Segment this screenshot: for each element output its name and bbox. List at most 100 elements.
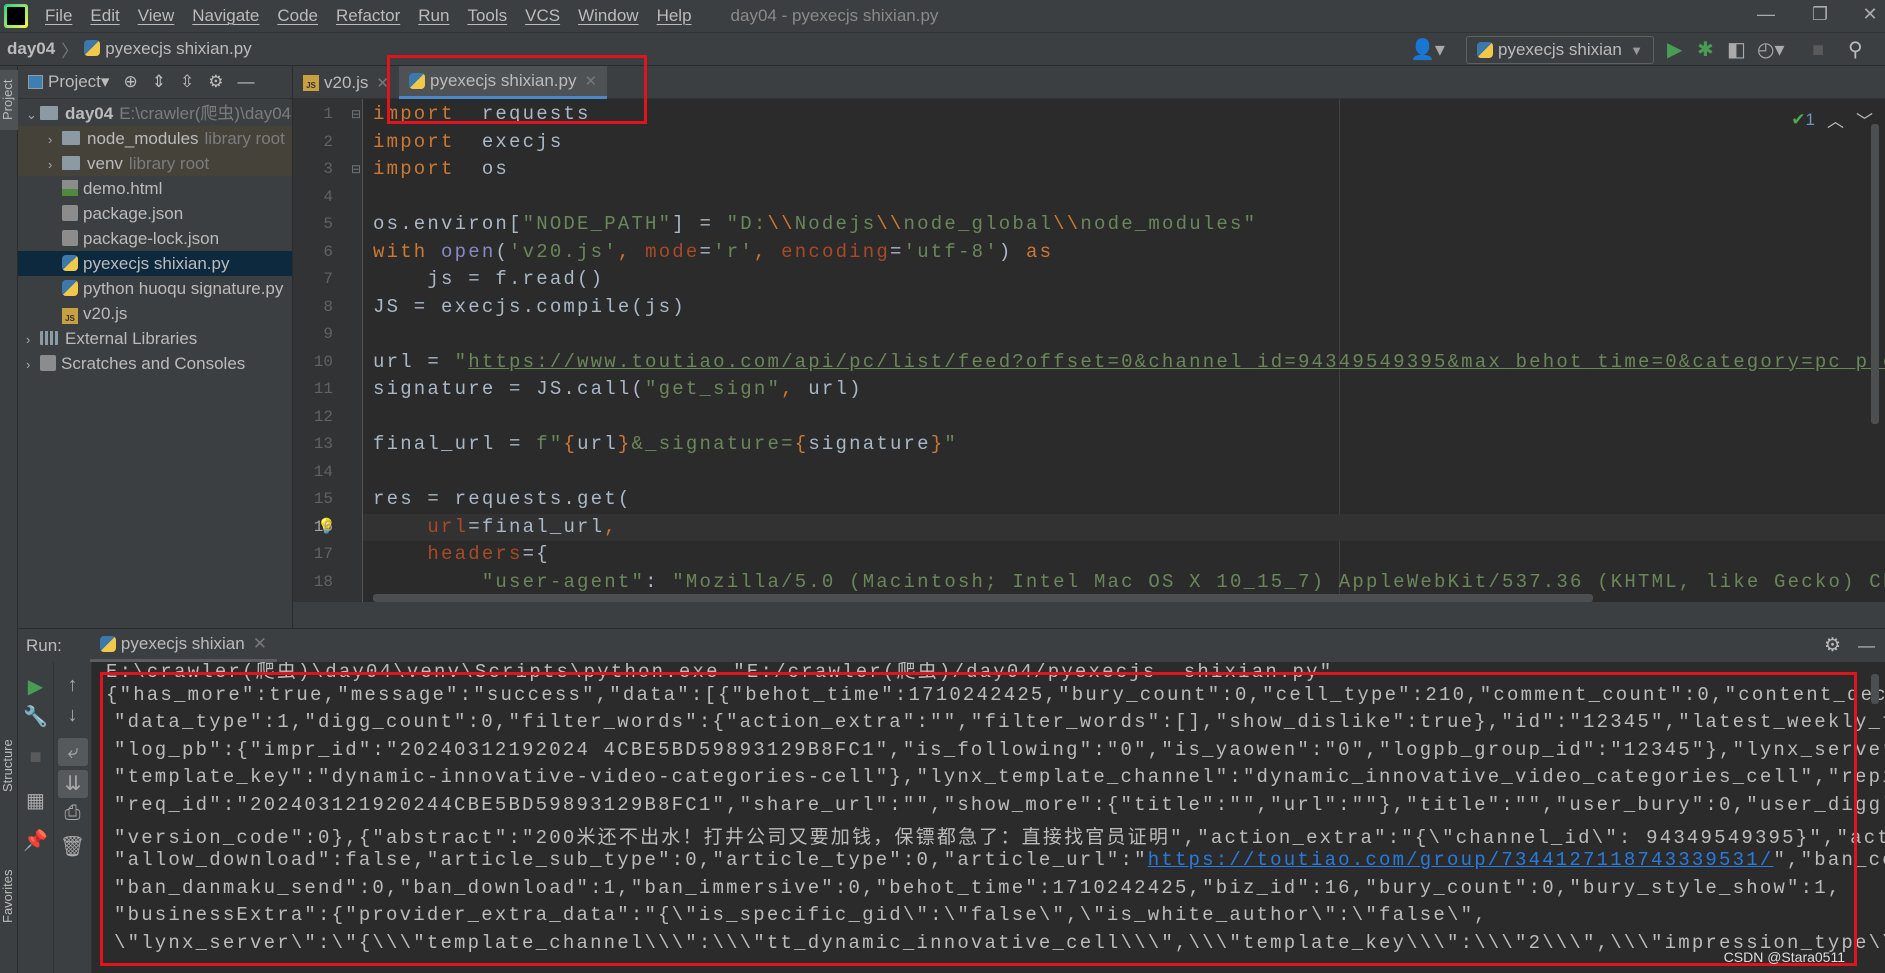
pin-icon[interactable]: 📌 bbox=[18, 828, 53, 853]
minimize-button[interactable]: — bbox=[1746, 4, 1786, 28]
project-view-select[interactable]: Project▾ bbox=[28, 72, 109, 92]
code-token: , bbox=[604, 515, 618, 538]
up-arrow-icon[interactable]: ↑ bbox=[54, 674, 91, 697]
fold-marker-icon[interactable]: ⊟ bbox=[351, 162, 361, 176]
code-token: signature = JS.call( bbox=[373, 378, 646, 400]
chevron-right-icon[interactable]: › bbox=[26, 352, 40, 377]
trash-icon[interactable]: 🗑 bbox=[54, 834, 91, 859]
code-token: { bbox=[794, 433, 809, 455]
code-token: open bbox=[441, 240, 496, 263]
tree-item[interactable]: › node_modules library root bbox=[18, 126, 292, 151]
profile-icon[interactable]: ◴▾ bbox=[1757, 38, 1785, 62]
menu-vcs[interactable]: VCS bbox=[516, 6, 569, 26]
close-tab-icon[interactable]: ✕ bbox=[253, 634, 267, 654]
soft-wrap-icon[interactable]: ⤶ bbox=[58, 738, 88, 766]
run-toolbar-secondary: ↑ ↓ ⤶ ⇊ ⎙ 🗑 bbox=[54, 662, 92, 973]
structure-tool-button[interactable]: Structure bbox=[0, 726, 18, 806]
menu-edit[interactable]: Edit bbox=[81, 6, 128, 26]
tree-item[interactable]: JS v20.js bbox=[18, 301, 292, 326]
code-token: { bbox=[563, 433, 578, 455]
run-tab[interactable]: pyexecjs shixian ✕ bbox=[89, 629, 277, 663]
tree-item[interactable]: › venv library root bbox=[18, 151, 292, 176]
tree-item[interactable]: demo.html bbox=[18, 176, 292, 201]
search-icon[interactable]: ⚲ bbox=[1848, 38, 1863, 62]
menu-tools[interactable]: Tools bbox=[458, 6, 516, 26]
code-line: with open('v20.js', mode='r', encoding='… bbox=[373, 241, 1053, 263]
tree-item[interactable]: ⌄ day04 E:\crawler(爬虫)\day04 bbox=[18, 101, 292, 126]
chevron-right-icon[interactable]: › bbox=[26, 327, 40, 352]
inspection-widget[interactable]: ✔1 ︿ ﹀ bbox=[1791, 107, 1873, 132]
line-number: 1 bbox=[323, 105, 333, 123]
project-tool-button[interactable]: Project bbox=[0, 70, 18, 130]
breadcrumb-project[interactable]: day04 bbox=[7, 39, 55, 59]
code-token: 'r' bbox=[713, 240, 754, 263]
code-token: \\ bbox=[1053, 213, 1081, 235]
wrench-icon[interactable]: 🔧 bbox=[18, 704, 53, 729]
gear-icon[interactable]: ⚙ bbox=[208, 72, 223, 92]
rerun-icon[interactable]: ▶ bbox=[18, 674, 53, 699]
vertical-scrollbar[interactable] bbox=[1871, 124, 1879, 424]
code-editor[interactable]: 1 2 3 4 5 6 7 8 9 10 11 12 13 14 15 💡 16 17 18 ⊟ ⊟ import re… bbox=[293, 99, 1885, 602]
folder-icon bbox=[62, 131, 80, 145]
check-icon: ✔ bbox=[1791, 109, 1806, 129]
down-arrow-icon[interactable]: ↓ bbox=[54, 704, 91, 727]
expand-all-icon[interactable]: ⇕ bbox=[152, 72, 166, 92]
debug-icon[interactable]: ✱ bbox=[1697, 38, 1714, 62]
scroll-to-end-icon[interactable]: ⇊ bbox=[58, 770, 88, 798]
collapse-all-icon[interactable]: ⇳ bbox=[180, 72, 194, 92]
tree-item[interactable]: › External Libraries bbox=[18, 326, 292, 351]
scratch-icon bbox=[40, 355, 56, 371]
menu-help[interactable]: Help bbox=[648, 6, 701, 26]
menu-view[interactable]: View bbox=[129, 6, 184, 26]
code-line: url = "https://www.toutiao.com/api/pc/li… bbox=[373, 351, 1885, 373]
code-line: js = f.read() bbox=[373, 268, 604, 290]
code-line: os.environ["NODE_PATH"] = "D:\\Nodejs\\n… bbox=[373, 213, 1257, 235]
tree-item-hint: library root bbox=[128, 154, 210, 173]
coverage-icon[interactable]: ◧ bbox=[1727, 38, 1746, 62]
tree-item[interactable]: python huoqu signature.py bbox=[18, 276, 292, 301]
stop-icon[interactable]: ■ bbox=[18, 746, 53, 769]
locate-icon[interactable]: ⊕ bbox=[123, 72, 137, 92]
menu-file[interactable]: File bbox=[36, 6, 81, 26]
code-token: encoding bbox=[781, 240, 890, 263]
tree-item-label: package-lock.json bbox=[83, 229, 220, 248]
code-token: \\ bbox=[767, 213, 795, 235]
hide-icon[interactable]: — bbox=[237, 72, 254, 92]
chevron-right-icon[interactable]: › bbox=[48, 127, 62, 152]
favorites-tool-button[interactable]: Favorites bbox=[0, 856, 18, 936]
menu-window[interactable]: Window bbox=[569, 6, 647, 26]
code-token: "user-agent" bbox=[481, 570, 646, 593]
previous-highlight-icon[interactable]: ︿ bbox=[1827, 107, 1844, 132]
stop-icon[interactable]: ■ bbox=[1812, 38, 1824, 62]
py-icon bbox=[62, 255, 78, 271]
console-scrollbar[interactable] bbox=[1871, 674, 1879, 704]
print-icon[interactable]: ⎙ bbox=[54, 802, 91, 825]
tree-item[interactable]: package.json bbox=[18, 201, 292, 226]
tab-v20-js[interactable]: JS v20.js ✕ bbox=[293, 66, 399, 99]
horizontal-scrollbar[interactable] bbox=[373, 594, 1593, 602]
breadcrumb-file[interactable]: pyexecjs shixian.py bbox=[84, 39, 252, 59]
tree-item-label: venv bbox=[87, 154, 123, 173]
chevron-down-icon[interactable]: ⌄ bbox=[26, 102, 40, 127]
tree-item[interactable]: pyexecjs shixian.py bbox=[18, 251, 292, 276]
run-configuration-select[interactable]: pyexecjs shixian ▼ bbox=[1466, 36, 1654, 64]
code-token: " bbox=[944, 433, 958, 455]
menu-run[interactable]: Run bbox=[409, 6, 458, 26]
run-icon[interactable]: ▶ bbox=[1667, 38, 1682, 62]
menu-code[interactable]: Code bbox=[268, 6, 327, 26]
code-token: Nodejs bbox=[794, 213, 877, 235]
vcs-user-icon[interactable]: 👤▾ bbox=[1410, 38, 1445, 62]
tree-item[interactable]: › Scratches and Consoles bbox=[18, 351, 292, 376]
menu-refactor[interactable]: Refactor bbox=[327, 6, 409, 26]
gear-icon[interactable]: ⚙ bbox=[1824, 634, 1841, 657]
fold-marker-icon[interactable]: ⊟ bbox=[351, 107, 361, 121]
tree-item[interactable]: package-lock.json bbox=[18, 226, 292, 251]
code-token: as bbox=[1026, 240, 1054, 263]
close-window-button[interactable]: ✕ bbox=[1850, 4, 1885, 28]
layout-icon[interactable]: ▦ bbox=[18, 788, 53, 813]
chevron-right-icon[interactable]: › bbox=[48, 152, 62, 177]
menu-navigate[interactable]: Navigate bbox=[183, 6, 268, 26]
restore-button[interactable]: ❐ bbox=[1800, 4, 1840, 28]
hide-panel-icon[interactable]: — bbox=[1858, 636, 1875, 656]
line-number: 3 bbox=[323, 160, 333, 178]
